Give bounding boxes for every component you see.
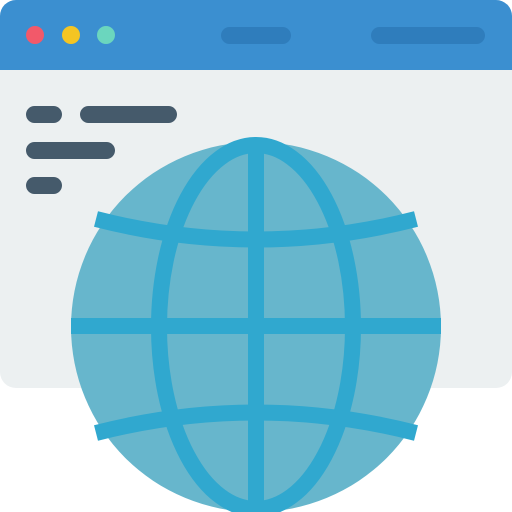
icon-canvas [0, 0, 512, 512]
titlebar-pill-long [371, 27, 485, 44]
web-browser-globe-icon [0, 0, 512, 512]
text-line-3 [26, 177, 62, 194]
minimize-dot-icon [62, 26, 80, 44]
close-dot-icon [26, 26, 44, 44]
text-line-2 [26, 142, 115, 159]
text-line-1a [26, 106, 62, 123]
globe-icon [71, 137, 441, 512]
maximize-dot-icon [97, 26, 115, 44]
text-line-1b [80, 106, 177, 123]
titlebar-pill-short [221, 27, 291, 44]
